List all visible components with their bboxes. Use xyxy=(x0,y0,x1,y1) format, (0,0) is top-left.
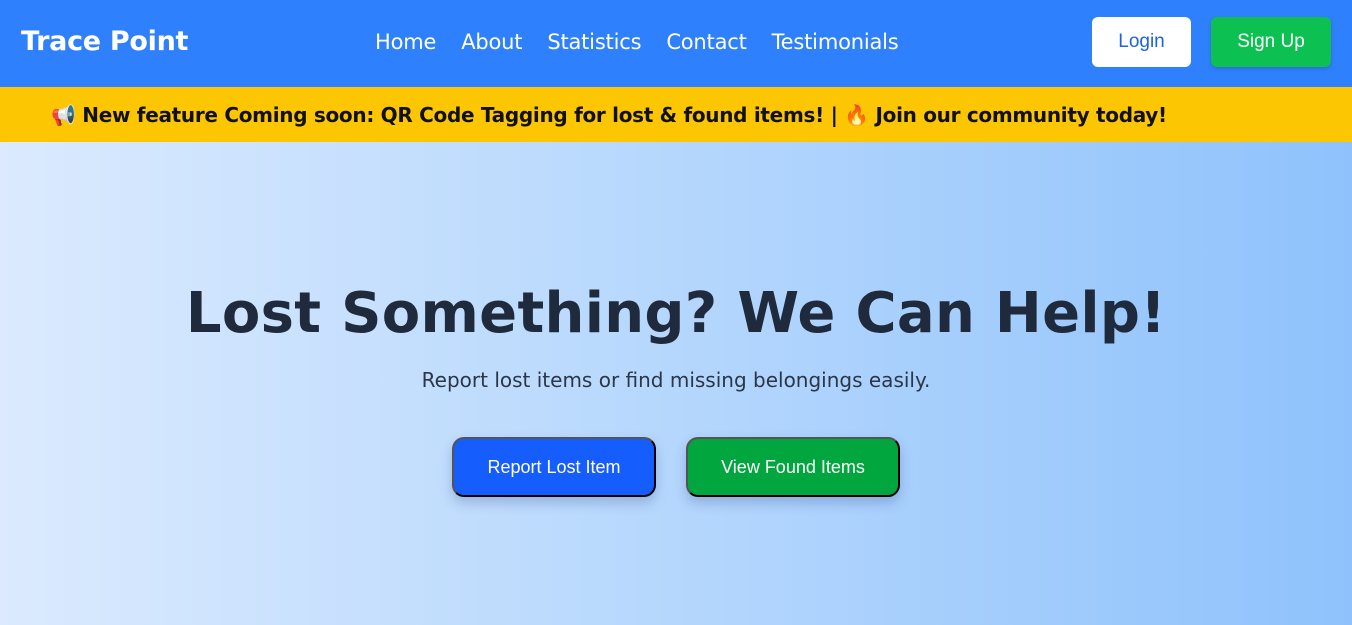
hero-subtitle: Report lost items or find missing belong… xyxy=(421,368,931,392)
top-navbar: Trace Point Home About Statistics Contac… xyxy=(0,0,1352,87)
hero-section: Lost Something? We Can Help! Report lost… xyxy=(0,142,1352,625)
nav-link-about[interactable]: About xyxy=(461,30,522,54)
nav-link-statistics[interactable]: Statistics xyxy=(547,30,641,54)
announcement-banner: 📢 New feature Coming soon: QR Code Taggi… xyxy=(0,87,1352,142)
report-lost-item-button[interactable]: Report Lost Item xyxy=(452,437,656,497)
view-found-items-button[interactable]: View Found Items xyxy=(686,437,900,497)
brand-logo-text[interactable]: Trace Point xyxy=(21,26,188,57)
announcement-text: 📢 New feature Coming soon: QR Code Taggi… xyxy=(51,102,1167,127)
signup-button[interactable]: Sign Up xyxy=(1211,17,1331,67)
nav-link-home[interactable]: Home xyxy=(375,30,436,54)
main-nav: Home About Statistics Contact Testimonia… xyxy=(375,30,899,54)
hero-title: Lost Something? We Can Help! xyxy=(185,281,1167,346)
nav-link-contact[interactable]: Contact xyxy=(666,30,747,54)
nav-link-testimonials[interactable]: Testimonials xyxy=(772,30,899,54)
login-button[interactable]: Login xyxy=(1092,17,1191,67)
